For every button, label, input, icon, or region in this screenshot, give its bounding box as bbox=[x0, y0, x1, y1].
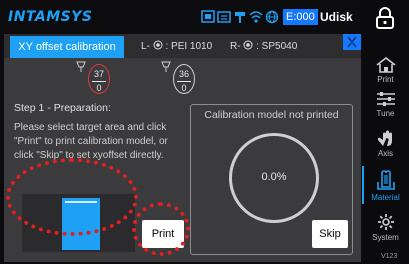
annotation-circle-print bbox=[132, 202, 190, 256]
hand-icon bbox=[377, 130, 392, 146]
extruder-icon bbox=[161, 61, 171, 72]
sidebar-label: Material bbox=[371, 193, 400, 202]
right-nozzle-info: R- : SP5040 bbox=[230, 40, 297, 52]
progress-ring: 0.0% bbox=[229, 133, 319, 223]
close-button[interactable] bbox=[343, 34, 361, 50]
storage-label[interactable]: Udisk bbox=[320, 10, 353, 24]
sidebar-item-system[interactable]: System bbox=[362, 208, 409, 252]
wifi-icon[interactable] bbox=[249, 10, 264, 24]
right-nozzle-label: R- bbox=[230, 41, 241, 52]
progress-value: 0.0% bbox=[261, 171, 287, 183]
left-nozzle-label: L- bbox=[141, 41, 150, 52]
sidebar-label: System bbox=[372, 233, 399, 242]
sidebar-item-axis[interactable]: Axis bbox=[362, 124, 409, 168]
camera-icon[interactable] bbox=[201, 10, 216, 24]
close-icon bbox=[347, 36, 357, 48]
temp-readout[interactable]: 37 0 bbox=[88, 64, 110, 94]
globe-icon[interactable] bbox=[265, 10, 280, 24]
sidebar-label: Tune bbox=[376, 109, 395, 118]
home-icon bbox=[376, 56, 395, 73]
sliders-icon bbox=[376, 92, 395, 106]
sidebar: Print Tune Axis Material System bbox=[362, 0, 409, 264]
material-icon bbox=[376, 170, 395, 190]
panel-header: XY offset calibration L- : PEI 1010 R- :… bbox=[4, 34, 361, 58]
temp-current: 37 bbox=[93, 69, 104, 79]
folder-icon[interactable] bbox=[217, 10, 232, 24]
temp-current: 36 bbox=[178, 69, 189, 79]
left-nozzle-material: : PEI 1010 bbox=[165, 41, 213, 52]
extruder-icon bbox=[76, 61, 86, 72]
gear-icon bbox=[377, 214, 394, 230]
left-nozzle-info: L- : PEI 1010 bbox=[141, 40, 212, 52]
lock-icon[interactable] bbox=[374, 6, 396, 35]
tab-xy-offset-calibration[interactable]: XY offset calibration bbox=[10, 36, 124, 58]
error-code-badge[interactable]: E:000 bbox=[283, 9, 318, 25]
annotation-circle-area bbox=[6, 158, 138, 236]
temp-target: 0 bbox=[92, 81, 106, 93]
calibration-preview: Calibration model not printed 0.0% Skip bbox=[190, 104, 353, 255]
status-bar: INTAMSYS E:000 Udisk bbox=[0, 0, 362, 34]
sidebar-label: Print bbox=[377, 75, 394, 84]
version-label: V123 bbox=[381, 253, 398, 260]
nozzle-icon bbox=[153, 40, 163, 50]
temp-readout[interactable]: 36 0 bbox=[173, 64, 195, 94]
brand-logo: INTAMSYS bbox=[8, 9, 93, 25]
step-description: Please select target area and click "Pri… bbox=[14, 122, 168, 161]
sidebar-item-material[interactable]: Material bbox=[362, 166, 409, 210]
step-title: Step 1 - Preparation: bbox=[14, 102, 111, 114]
right-nozzle-material: : SP5040 bbox=[256, 41, 298, 52]
sidebar-label: Axis bbox=[377, 149, 394, 158]
nozzle-icon bbox=[243, 40, 253, 50]
skip-button[interactable]: Skip bbox=[312, 220, 348, 248]
preview-status: Calibration model not printed bbox=[204, 109, 339, 121]
temp-target: 0 bbox=[177, 81, 191, 93]
usb-icon[interactable] bbox=[233, 10, 248, 24]
